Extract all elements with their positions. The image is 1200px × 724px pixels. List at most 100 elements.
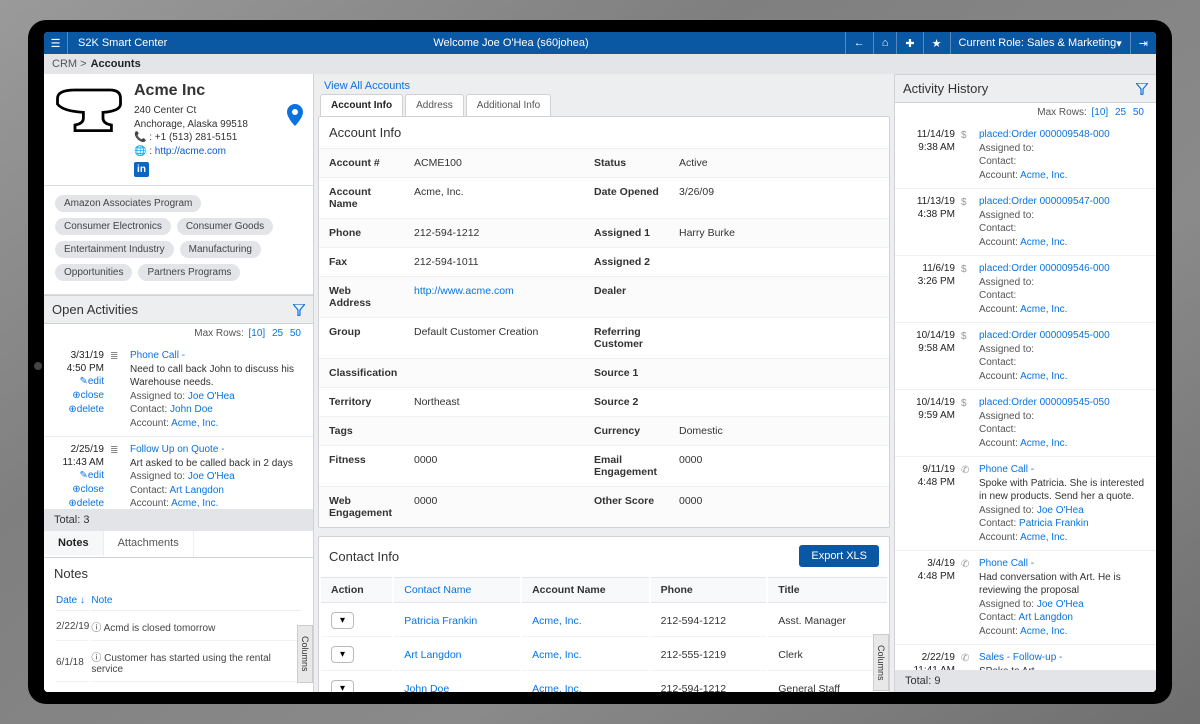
activity-op[interactable]: ✎edit — [52, 469, 104, 483]
account-website-link[interactable]: http://acme.com — [155, 146, 226, 157]
activity-title[interactable]: Phone Call - — [130, 350, 185, 361]
tag-pill[interactable]: Consumer Electronics — [55, 218, 171, 235]
filter-icon[interactable] — [293, 304, 305, 316]
history-item: 3/4/194:48 PM ✆ Phone Call -Had conversa… — [895, 551, 1156, 645]
tag-pill[interactable]: Partners Programs — [138, 264, 240, 281]
history-item: 10/14/199:59 AM $ placed:Order 000009545… — [895, 390, 1156, 457]
activity-op[interactable]: ⊕close — [52, 483, 104, 497]
role-dropdown[interactable]: Current Role: Sales & Marketing ▾ — [950, 32, 1130, 54]
welcome-text: Welcome Joe O'Hea (s60johea) — [177, 37, 845, 49]
history-item: 9/11/194:48 PM ✆ Phone Call -Spoke with … — [895, 457, 1156, 551]
$-icon: $ — [961, 128, 973, 182]
breadcrumb: CRM > Accounts — [44, 54, 1156, 74]
activity-op[interactable]: ⊕delete — [52, 403, 104, 417]
history-title[interactable]: placed:Order 000009545-050 — [979, 397, 1110, 408]
logout-icon[interactable]: ⇥ — [1130, 32, 1156, 54]
activity-history-list: 11/14/199:38 AM $ placed:Order 000009548… — [895, 122, 1156, 670]
row-action-button[interactable]: ▾ — [331, 646, 354, 663]
phone-icon: ✆ — [961, 651, 973, 670]
breadcrumb-root[interactable]: CRM — [52, 58, 77, 70]
$-icon: $ — [961, 396, 973, 450]
view-all-accounts-link[interactable]: View All Accounts — [324, 80, 410, 92]
contact-row: ▾Art LangdonAcme, Inc.212-555-1219Clerk — [321, 639, 887, 671]
account-name: Acme Inc — [134, 82, 248, 100]
contact-row: ▾John DoeAcme, Inc.212-594-1212General S… — [321, 673, 887, 692]
phone-icon: ✆ — [961, 557, 973, 638]
account-info-title: Account Info — [319, 117, 889, 148]
tag-pill[interactable]: Manufacturing — [180, 241, 261, 258]
hamburger-icon[interactable]: ☰ — [44, 32, 68, 54]
tag-pill[interactable]: Consumer Goods — [177, 218, 273, 235]
star-icon[interactable]: ★ — [923, 32, 950, 54]
activity-op[interactable]: ✎edit — [52, 375, 104, 389]
tab-notes[interactable]: Notes — [44, 531, 104, 557]
top-navbar: ☰ S2K Smart Center Welcome Joe O'Hea (s6… — [44, 32, 1156, 54]
contact-link[interactable]: John Doe — [404, 683, 449, 693]
$-icon: $ — [961, 329, 973, 383]
account-tags: Amazon Associates Program Consumer Electr… — [44, 186, 313, 295]
activity-history-header: Activity History — [895, 74, 1156, 103]
breadcrumb-current: Accounts — [91, 58, 141, 70]
export-xls-button[interactable]: Export XLS — [799, 545, 879, 567]
tab-account-info[interactable]: Account Info — [320, 94, 403, 116]
notes-col-date[interactable]: Date ↓ — [56, 591, 89, 611]
tab-attachments[interactable]: Attachments — [104, 531, 194, 557]
open-activities-header: Open Activities — [44, 295, 313, 324]
history-total: Total: 9 — [895, 670, 1156, 692]
history-title[interactable]: placed:Order 000009545-000 — [979, 330, 1110, 341]
history-title[interactable]: placed:Order 000009548-000 — [979, 129, 1110, 140]
history-maxrows: Max Rows: [10] 25 50 — [895, 103, 1156, 122]
history-title[interactable]: Phone Call - — [979, 558, 1034, 569]
home-icon[interactable]: ⌂ — [873, 32, 897, 54]
open-activities-list: 3/31/194:50 PM✎edit⊕close⊕delete ≣ Phone… — [44, 343, 313, 509]
activity-title[interactable]: Follow Up on Quote - — [130, 444, 225, 455]
contact-row: ▾Patricia FrankinAcme, Inc.212-594-1212A… — [321, 605, 887, 637]
history-title[interactable]: placed:Order 000009547-000 — [979, 196, 1110, 207]
activity-op[interactable]: ⊕close — [52, 389, 104, 403]
columns-toggle[interactable]: Columns — [297, 625, 313, 683]
notes-title: Notes — [54, 566, 303, 581]
tab-additional-info[interactable]: Additional Info — [466, 94, 551, 116]
map-pin-icon[interactable] — [287, 104, 303, 126]
contact-info-title: Contact Info — [329, 549, 399, 564]
account-header: Acme Inc 240 Center Ct Anchorage, Alaska… — [44, 74, 313, 186]
tag-pill[interactable]: Amazon Associates Program — [55, 195, 201, 212]
notes-col-note[interactable]: Note — [91, 591, 301, 611]
history-item: 11/14/199:38 AM $ placed:Order 000009548… — [895, 122, 1156, 189]
account-address-1: 240 Center Ct — [134, 104, 248, 118]
filter-icon[interactable] — [1136, 83, 1148, 95]
activity-op[interactable]: ⊕delete — [52, 497, 104, 509]
account-address-2: Anchorage, Alaska 99518 — [134, 118, 248, 132]
activity-item: 3/31/194:50 PM✎edit⊕close⊕delete ≣ Phone… — [44, 343, 313, 437]
contact-link[interactable]: Patricia Frankin — [404, 615, 477, 627]
tag-pill[interactable]: Opportunities — [55, 264, 132, 281]
$-icon: $ — [961, 195, 973, 249]
add-icon[interactable]: ✚ — [896, 32, 922, 54]
open-activities-total: Total: 3 — [44, 509, 313, 531]
account-logo — [54, 82, 124, 140]
list-icon: ≣ — [110, 443, 124, 509]
history-item: 2/22/1911:41 AM ✆ Sales - Follow-up -SPo… — [895, 645, 1156, 670]
tab-address[interactable]: Address — [405, 94, 464, 116]
account-phone: 📞 : +1 (513) 281-5151 — [134, 131, 248, 145]
history-item: 10/14/199:58 AM $ placed:Order 000009545… — [895, 323, 1156, 390]
back-icon[interactable]: ← — [845, 32, 873, 54]
open-activities-maxrows: Max Rows: [10] 25 50 — [44, 324, 313, 343]
web-address-link[interactable]: http://www.acme.com — [414, 285, 514, 297]
app-title: S2K Smart Center — [68, 37, 177, 49]
history-title[interactable]: Phone Call - — [979, 464, 1034, 475]
history-title[interactable]: Sales - Follow-up - — [979, 652, 1062, 663]
contact-col-name[interactable]: Contact Name — [394, 577, 520, 603]
history-title[interactable]: placed:Order 000009546-000 — [979, 263, 1110, 274]
$-icon: $ — [961, 262, 973, 316]
contact-link[interactable]: Art Langdon — [404, 649, 461, 661]
row-action-button[interactable]: ▾ — [331, 612, 354, 629]
row-action-button[interactable]: ▾ — [331, 680, 354, 692]
history-item: 11/13/194:38 PM $ placed:Order 000009547… — [895, 189, 1156, 256]
list-icon: ≣ — [110, 349, 124, 430]
linkedin-icon[interactable]: in — [134, 162, 149, 177]
activity-item: 2/25/1911:43 AM✎edit⊕close⊕delete ≣ Foll… — [44, 437, 313, 509]
tag-pill[interactable]: Entertainment Industry — [55, 241, 174, 258]
columns-toggle[interactable]: Columns — [873, 634, 889, 692]
history-item: 11/6/193:26 PM $ placed:Order 000009546-… — [895, 256, 1156, 323]
